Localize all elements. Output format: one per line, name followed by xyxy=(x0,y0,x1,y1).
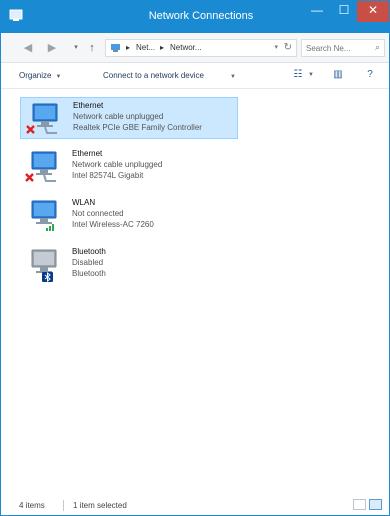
bluetooth-adapter-icon xyxy=(31,249,57,282)
help-icon[interactable]: ? xyxy=(363,69,377,83)
connection-item-ethernet-2[interactable]: Ethernet Network cable unplugged Intel 8… xyxy=(20,146,238,188)
connection-device: Intel 82574L Gigabit xyxy=(72,171,144,180)
status-separator xyxy=(63,500,64,511)
connect-device-label: Connect to a network device xyxy=(103,71,204,80)
chevron-down-icon: ▼ xyxy=(55,74,62,80)
connection-status: Network cable unplugged xyxy=(72,160,163,169)
title-bar[interactable]: Network Connections — ☐ ✕ xyxy=(1,1,389,33)
refresh-icon[interactable]: ↻ xyxy=(284,42,292,53)
connection-name: Bluetooth xyxy=(72,247,106,256)
connection-status: Network cable unplugged xyxy=(73,112,164,121)
address-bar: ◀ ▶ ▾ ↑ ▸ Net... ▸ Networ... ▾ ↻ ⌕ xyxy=(1,33,389,63)
search-box[interactable]: ⌕ xyxy=(301,39,385,57)
network-app-icon xyxy=(9,9,23,21)
connection-device: Intel Wireless-AC 7260 xyxy=(72,220,154,229)
search-icon[interactable]: ⌕ xyxy=(375,42,380,53)
organize-button[interactable]: Organize ▼ xyxy=(19,71,61,80)
connection-status: Disabled xyxy=(72,258,104,267)
organize-label: Organize xyxy=(19,71,52,80)
command-bar: Organize ▼ Connect to a network device ▼ ☷… xyxy=(1,63,389,89)
forward-arrow-icon[interactable]: ▶ xyxy=(45,41,59,55)
address-box[interactable]: ▸ Net... ▸ Networ... ▾ ↻ xyxy=(105,39,297,57)
connection-item-ethernet-1[interactable]: Ethernet Network cable unplugged Realtek… xyxy=(20,97,238,139)
connection-name: Ethernet xyxy=(73,101,104,110)
selected-count: 1 item selected xyxy=(73,501,127,510)
details-view-icon[interactable] xyxy=(353,499,366,510)
connect-device-button[interactable]: Connect to a network device ▼ xyxy=(103,71,236,80)
window-title: Network Connections xyxy=(148,10,254,22)
close-button[interactable]: ✕ xyxy=(357,1,389,22)
maximize-button[interactable]: ☐ xyxy=(331,1,357,22)
minimize-button[interactable]: — xyxy=(303,1,331,22)
change-view-icon[interactable]: ☷ xyxy=(291,69,305,83)
breadcrumb-network[interactable]: Net... xyxy=(136,43,155,52)
connections-list: Ethernet Network cable unplugged Realtek… xyxy=(1,89,389,491)
address-dropdown-icon[interactable]: ▾ xyxy=(274,43,278,51)
connection-name: Ethernet xyxy=(72,149,103,158)
preview-pane-icon[interactable]: ▥ xyxy=(331,69,345,83)
search-input[interactable] xyxy=(306,41,372,55)
connection-device: Bluetooth xyxy=(72,269,106,278)
breadcrumb-sep-icon: ▸ xyxy=(160,43,165,52)
connection-item-wlan[interactable]: WLAN Not connected Intel Wireless-AC 726… xyxy=(20,195,238,237)
items-count: 4 items xyxy=(19,501,45,510)
connection-item-bluetooth[interactable]: Bluetooth Disabled Bluetooth xyxy=(20,244,238,286)
breadcrumb-network-connections[interactable]: Networ... xyxy=(170,43,202,52)
network-folder-icon xyxy=(111,44,120,52)
chevron-down-icon: ▼ xyxy=(229,74,236,80)
wifi-adapter-icon xyxy=(31,200,57,231)
connection-name: WLAN xyxy=(72,198,96,207)
connection-status: Not connected xyxy=(72,209,124,218)
view-options-chevron-icon[interactable]: ▼ xyxy=(307,72,315,86)
network-connections-window: Network Connections — ☐ ✕ ◀ ▶ ▾ ↑ ▸ Net.… xyxy=(0,0,390,516)
up-arrow-icon[interactable]: ↑ xyxy=(85,41,99,55)
recent-locations-icon[interactable]: ▾ xyxy=(69,41,83,55)
ethernet-adapter-icon xyxy=(25,151,57,182)
back-arrow-icon[interactable]: ◀ xyxy=(21,41,35,55)
ethernet-adapter-icon xyxy=(26,103,58,134)
status-bar: 4 items 1 item selected xyxy=(1,495,389,515)
breadcrumb-sep-icon: ▸ xyxy=(126,43,131,52)
tiles-view-icon[interactable] xyxy=(369,499,382,510)
connection-device: Realtek PCIe GBE Family Controller xyxy=(73,123,202,132)
